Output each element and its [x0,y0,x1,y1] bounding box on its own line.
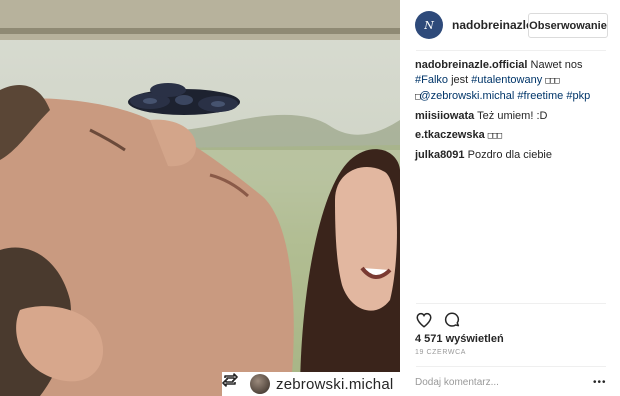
actions-divider [416,303,606,304]
more-options-button[interactable]: ••• [593,377,607,388]
avatar[interactable]: N [415,11,443,39]
post-header: N nadobreinazle. Obserwowanie [400,0,620,50]
list-item: e.tkaczewska □□□ [415,128,610,144]
header-divider [416,50,606,51]
caption-username[interactable]: nadobreinazle.official [415,59,527,71]
views-count: 4 571 wyświetleń [415,333,504,345]
caption: nadobreinazle.official Nawet nos #Falko … [415,58,610,105]
photo-illustration [0,0,400,396]
comment-text: Pozdro dla ciebie [467,149,552,161]
comment-username[interactable]: julka8091 [415,149,465,161]
heart-icon[interactable] [415,311,433,329]
hashtag-freetime[interactable]: #freetime [517,90,563,102]
follow-button[interactable]: Obserwowanie [528,13,608,38]
header-username[interactable]: nadobreinazle. [452,18,536,32]
comments-list: nadobreinazle.official Nawet nos #Falko … [415,58,610,167]
avatar-logo-text: N [424,18,434,32]
hashtag-falko[interactable]: #Falko [415,74,448,86]
comment-username[interactable]: e.tkaczewska [415,129,485,141]
comment-input[interactable] [415,375,580,389]
mention-zebrowski[interactable]: @zebrowski.michal [419,90,514,102]
list-item: miisiiowata Też umiem! :D [415,109,610,124]
repost-icon [222,373,244,392]
caption-text-1: Nawet nos [530,59,583,71]
caption-text-2: jest [451,74,469,86]
caption-emoji-1: □□□ [545,76,559,86]
hashtag-utalentowany[interactable]: #utalentowany [471,74,542,86]
comment-text: Też umiem! :D [477,110,548,122]
action-bar [415,311,461,329]
post-photo[interactable]: zebrowski.michal [0,0,400,396]
woman-face [335,167,397,311]
comment-text: □□□ [487,131,502,141]
post-side-panel: N nadobreinazle. Obserwowanie nadobreina… [400,0,620,396]
hashtag-pkp[interactable]: #pkp [566,90,590,102]
comment-icon[interactable] [443,311,461,329]
comment-username[interactable]: miisiiowata [415,110,474,122]
list-item: julka8091 Pozdro dla ciebie [415,148,610,163]
fidget-spinner [128,83,240,115]
comment-divider [416,366,606,367]
repost-avatar [250,374,270,394]
post-date[interactable]: 19 CZERWCA [415,349,466,356]
repost-tag[interactable]: zebrowski.michal [222,372,400,396]
repost-username[interactable]: zebrowski.michal [276,376,393,393]
